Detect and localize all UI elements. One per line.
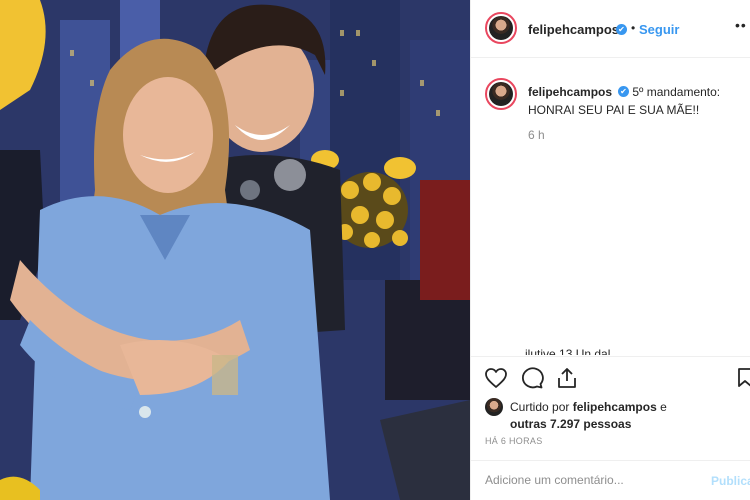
comment-bar: Publicar bbox=[471, 460, 750, 500]
photo-illustration bbox=[0, 0, 470, 500]
author-avatar[interactable] bbox=[485, 12, 517, 44]
bookmark-icon[interactable] bbox=[737, 367, 750, 389]
liker-username[interactable]: felipehcampos bbox=[573, 400, 657, 414]
post-timestamp[interactable]: HÁ 6 HORAS bbox=[485, 436, 543, 446]
likes-prefix: Curtido por bbox=[510, 400, 570, 414]
caption-text: felipehcampos ✔ 5º mandamento: HONRAI SEU… bbox=[528, 83, 750, 119]
caption-line-1: 5º mandamento: bbox=[632, 85, 721, 99]
comment-icon[interactable] bbox=[520, 367, 544, 389]
post-actions: Curtido por felipehcampos e outras 7.297… bbox=[471, 356, 750, 500]
likes-connector: e bbox=[660, 400, 667, 414]
author-username[interactable]: felipehcampos bbox=[528, 22, 619, 37]
caption-avatar[interactable] bbox=[485, 78, 517, 110]
share-icon[interactable] bbox=[556, 367, 578, 389]
caption-username[interactable]: felipehcampos bbox=[528, 85, 612, 99]
post-side-panel: felipehcampos ✔ • Seguir •• felipehcampo… bbox=[470, 0, 750, 500]
caption-time[interactable]: 6 h bbox=[528, 128, 545, 142]
more-options-icon[interactable]: •• bbox=[735, 17, 747, 33]
post-photo[interactable] bbox=[0, 0, 470, 500]
caption-line-2: HONRAI SEU PAI E SUA MÃE!! bbox=[528, 103, 700, 117]
publish-button[interactable]: Publicar bbox=[711, 474, 750, 488]
verified-badge-icon: ✔ bbox=[616, 24, 627, 35]
liker-avatar[interactable] bbox=[485, 398, 503, 416]
verified-badge-icon: ✔ bbox=[618, 86, 630, 98]
faded-comment-text: ...ilutive 13 Un dal ... bbox=[515, 347, 624, 355]
heart-icon[interactable] bbox=[484, 367, 508, 389]
likes-others[interactable]: outras 7.297 pessoas bbox=[510, 417, 631, 431]
header-separator: • bbox=[631, 21, 636, 35]
post-header: felipehcampos ✔ • Seguir •• bbox=[471, 0, 750, 58]
follow-button[interactable]: Seguir bbox=[639, 22, 679, 37]
comment-input[interactable] bbox=[485, 473, 695, 487]
partially-hidden-comment: ...ilutive 13 Un dal ... bbox=[485, 343, 750, 355]
